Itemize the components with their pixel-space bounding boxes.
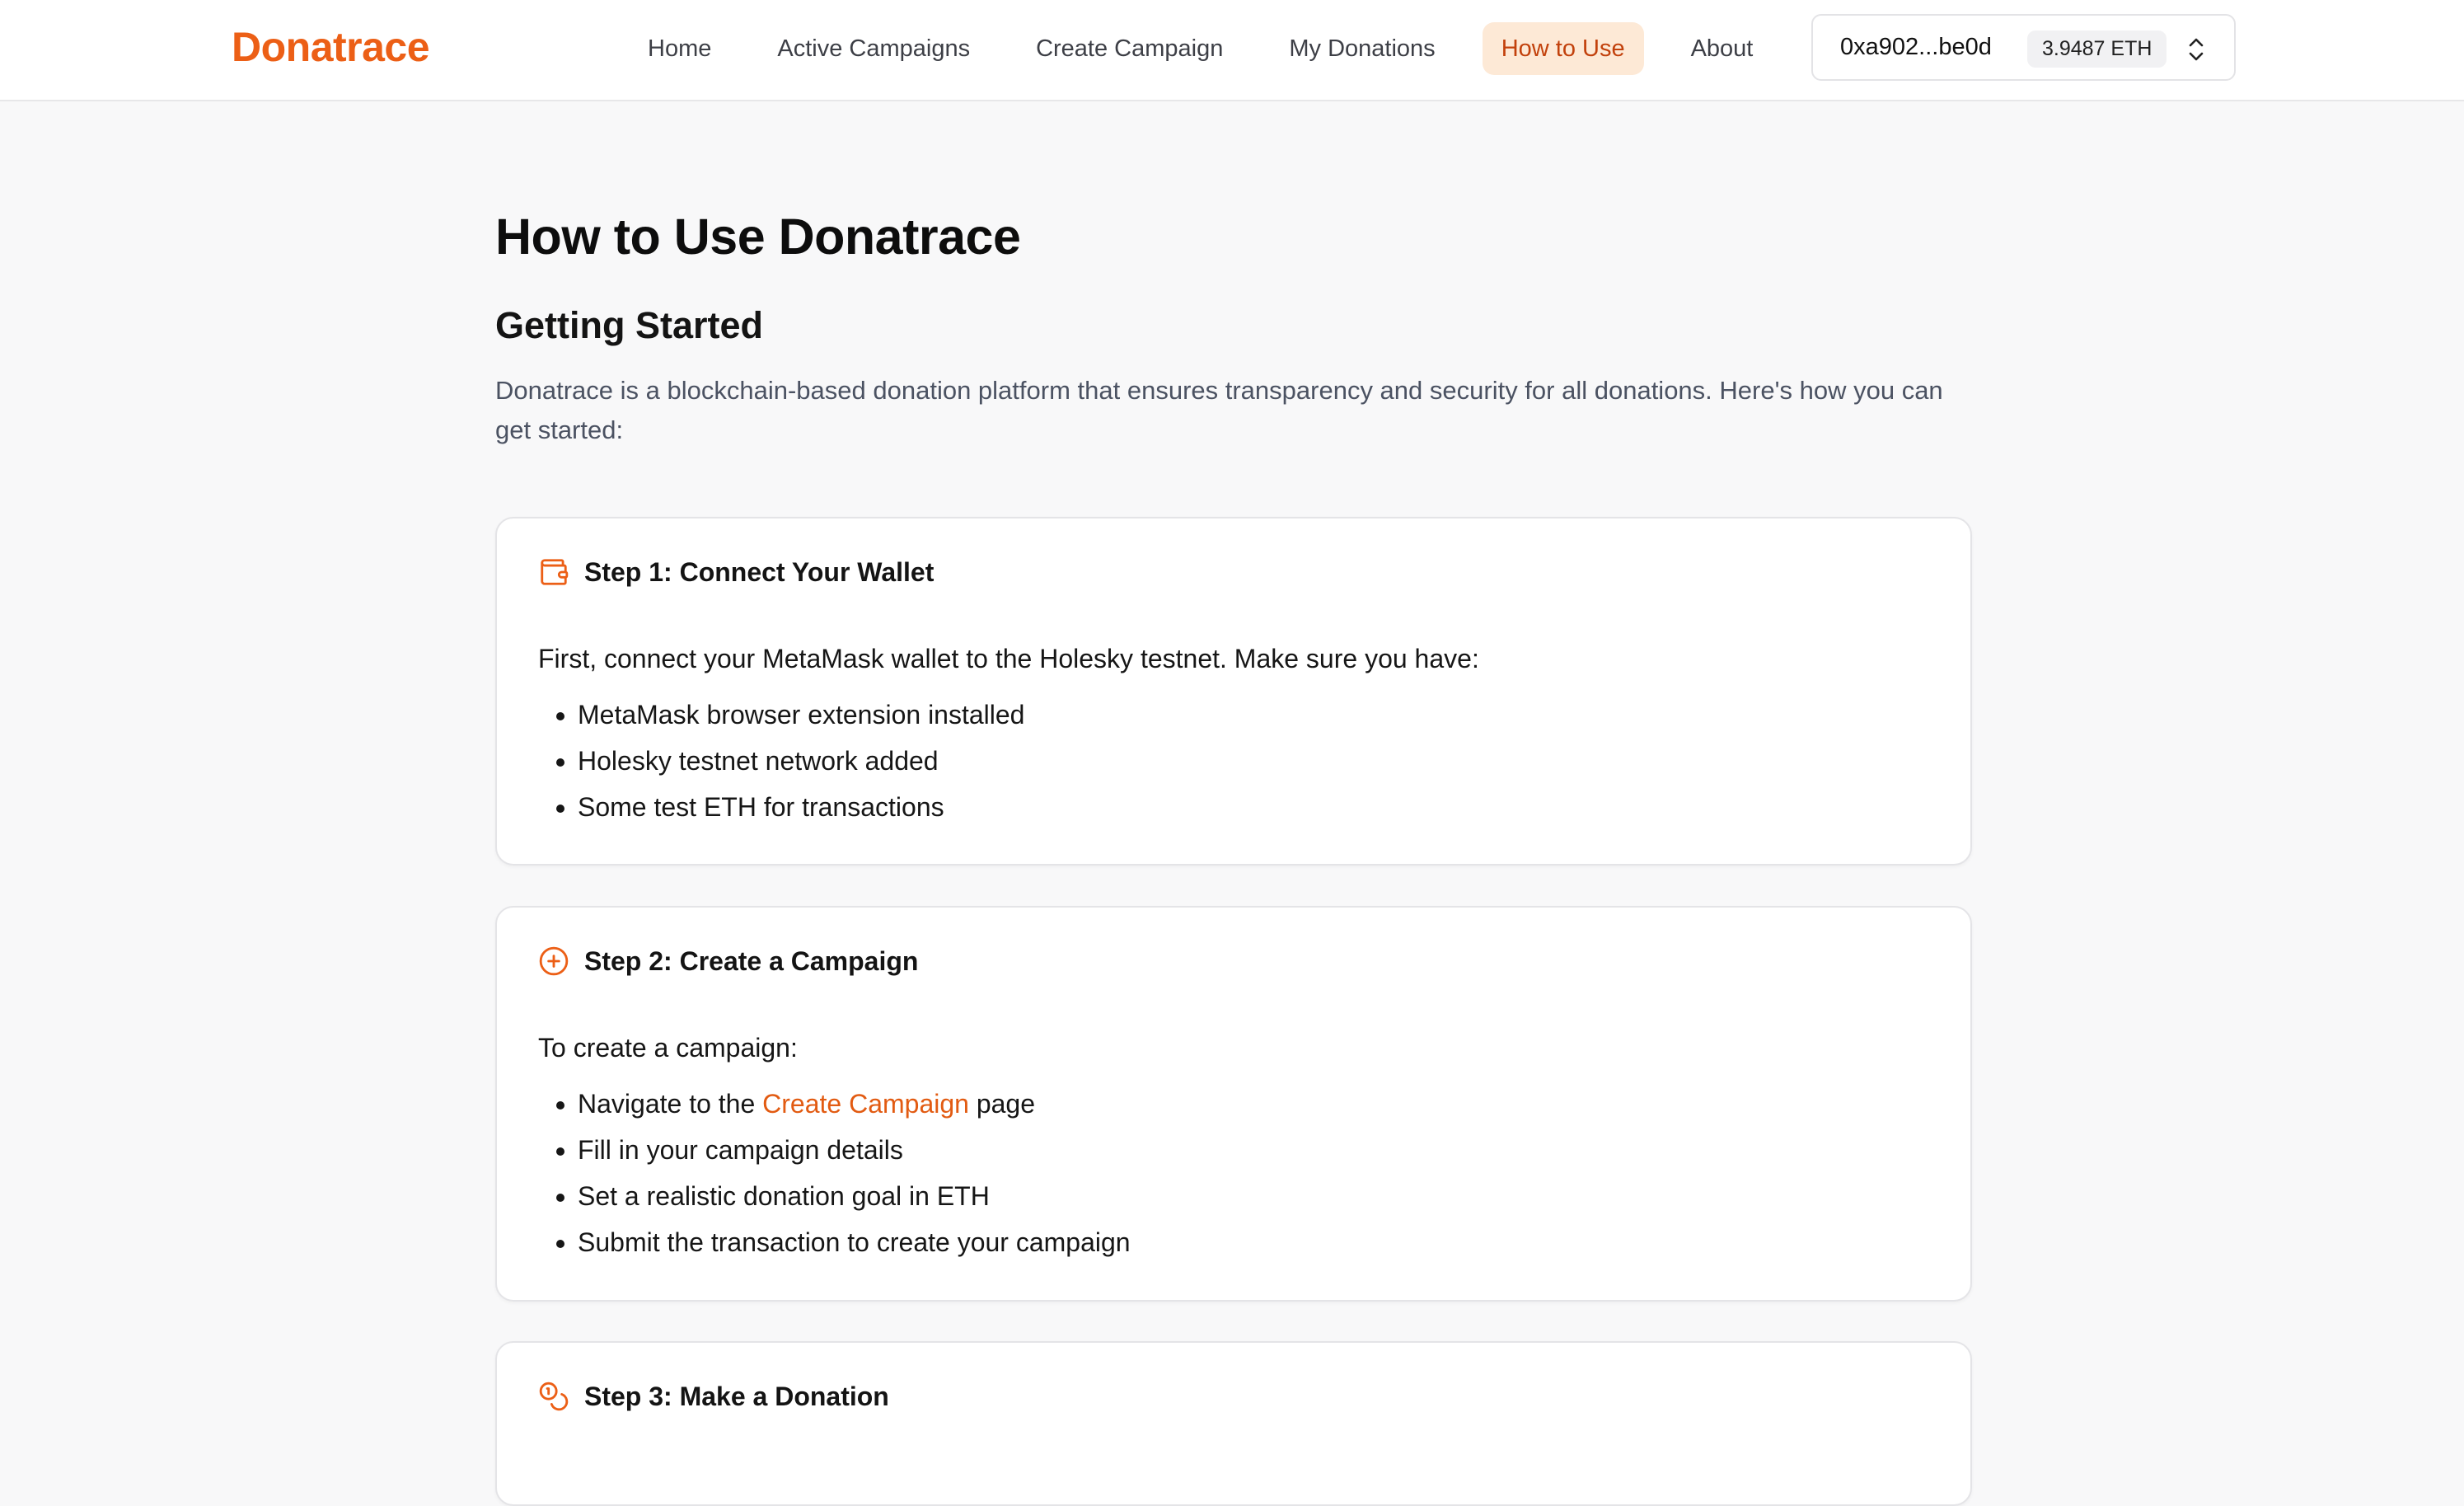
intro-paragraph: Donatrace is a blockchain-based donation… xyxy=(495,376,1943,444)
step-2-header: Step 2: Create a Campaign xyxy=(538,945,918,977)
step-1-header: Step 1: Connect Your Wallet xyxy=(538,556,934,588)
top-navbar: Donatrace Home Active Campaigns Create C… xyxy=(0,0,2464,101)
step-2-body: To create a campaign: Navigate to the Cr… xyxy=(538,1031,1131,1265)
list-item: Set a realistic donation goal in ETH xyxy=(538,1173,1131,1219)
page-title: How to Use Donatrace xyxy=(495,209,1021,265)
step-3-card: Step 3: Make a Donation xyxy=(495,1341,1972,1506)
list-item-text: Navigate to the xyxy=(578,1089,763,1119)
main-nav: Home Active Campaigns Create Campaign My… xyxy=(629,22,1800,75)
step-1-title: Step 1: Connect Your Wallet xyxy=(584,556,935,587)
nav-about[interactable]: About xyxy=(1672,22,1773,75)
plus-circle-icon xyxy=(539,946,569,976)
wallet-account-button[interactable]: 0xa902...be0d 3.9487 ETH xyxy=(1811,14,2236,81)
list-item: Submit the transaction to create your ca… xyxy=(538,1219,1131,1265)
step-1-list: MetaMask browser extension installed Hol… xyxy=(538,692,1479,830)
section-title: Getting Started xyxy=(495,304,764,346)
step-1-card: Step 1: Connect Your Wallet First, conne… xyxy=(495,517,1972,866)
brand-logo[interactable]: Donatrace xyxy=(232,23,430,71)
step-1-body: First, connect your MetaMask wallet to t… xyxy=(538,642,1479,830)
nav-how-to-use[interactable]: How to Use xyxy=(1482,22,1644,75)
main-content: How to Use Donatrace Getting Started Don… xyxy=(495,206,1972,450)
step-2-lead: To create a campaign: xyxy=(538,1033,798,1063)
wallet-icon xyxy=(541,559,569,585)
coins-icon xyxy=(539,1382,569,1411)
wallet-balance-badge: 3.9487 ETH xyxy=(2027,30,2167,68)
step-2-title: Step 2: Create a Campaign xyxy=(584,945,919,976)
nav-active-campaigns[interactable]: Active Campaigns xyxy=(758,22,989,75)
create-campaign-link[interactable]: Create Campaign xyxy=(762,1089,969,1119)
list-item: Fill in your campaign details xyxy=(538,1127,1131,1173)
step-3-title: Step 3: Make a Donation xyxy=(584,1381,889,1411)
step-3-header: Step 3: Make a Donation xyxy=(538,1381,889,1412)
wallet-address: 0xa902...be0d xyxy=(1840,34,1992,60)
nav-my-donations[interactable]: My Donations xyxy=(1270,22,1454,75)
list-item: Navigate to the Create Campaign page xyxy=(538,1081,1131,1127)
step-2-card: Step 2: Create a Campaign To create a ca… xyxy=(495,906,1972,1302)
list-item: Some test ETH for transactions xyxy=(538,784,1479,830)
list-item: Holesky testnet network added xyxy=(538,738,1479,784)
nav-create-campaign[interactable]: Create Campaign xyxy=(1017,22,1242,75)
nav-home[interactable]: Home xyxy=(629,22,730,75)
chevron-up-down-icon xyxy=(2189,38,2204,61)
list-item-text: page xyxy=(968,1089,1036,1119)
step-1-lead: First, connect your MetaMask wallet to t… xyxy=(538,644,1479,673)
list-item: MetaMask browser extension installed xyxy=(538,692,1479,738)
step-2-list: Navigate to the Create Campaign page Fil… xyxy=(538,1081,1131,1265)
